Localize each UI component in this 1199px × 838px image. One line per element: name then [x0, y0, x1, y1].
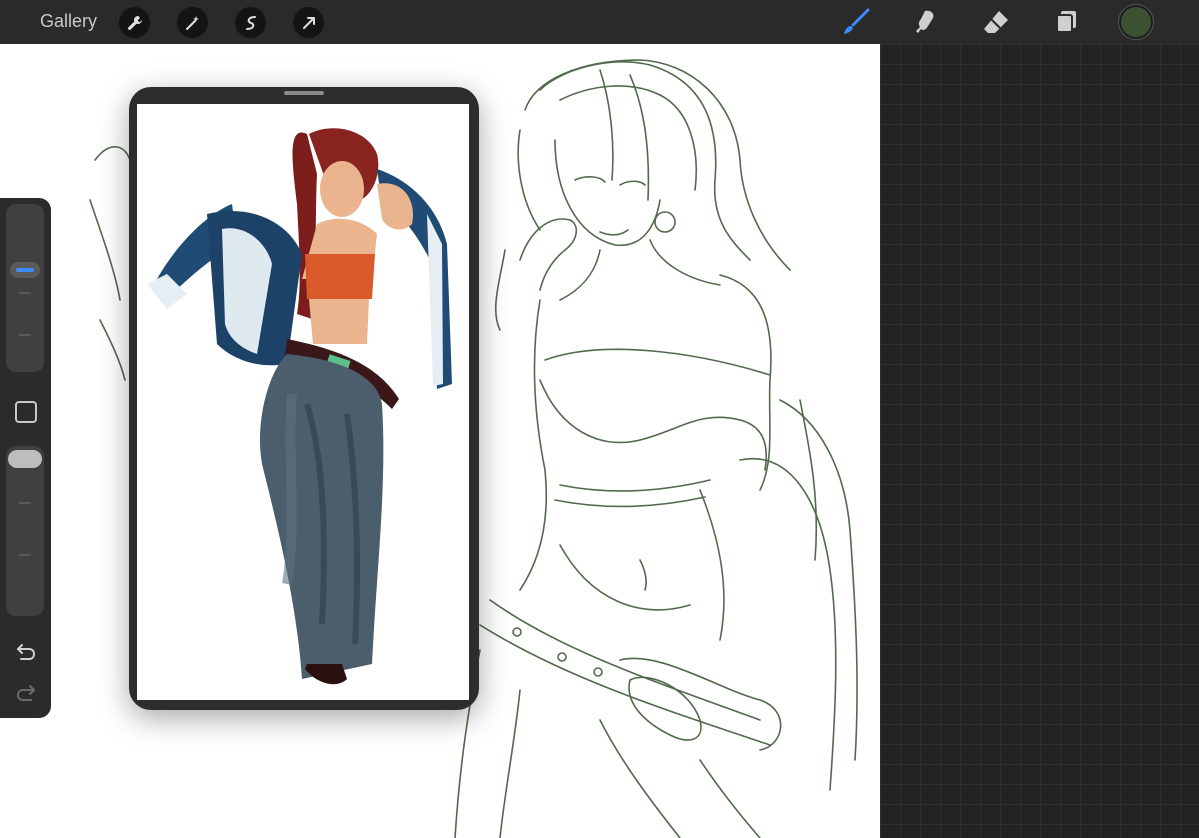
canvas-background-grid	[880, 44, 1199, 838]
wrench-icon[interactable]	[119, 7, 150, 38]
eraser-icon[interactable]	[980, 6, 1012, 38]
redo-icon[interactable]	[14, 680, 38, 704]
left-sidebar	[0, 198, 51, 718]
reference-drag-handle[interactable]	[284, 91, 324, 95]
layers-icon[interactable]	[1050, 6, 1082, 38]
transform-arrow-icon[interactable]	[293, 7, 324, 38]
slider-tick	[19, 292, 31, 294]
modify-square-button[interactable]	[15, 401, 37, 423]
smudge-icon[interactable]	[910, 6, 942, 38]
brush-icon[interactable]	[840, 6, 872, 38]
color-picker-swatch[interactable]	[1121, 7, 1151, 37]
undo-icon[interactable]	[14, 639, 38, 663]
brush-size-slider[interactable]	[6, 204, 44, 372]
slider-tick	[19, 554, 31, 556]
slider-tick	[19, 334, 31, 336]
brush-size-knob[interactable]	[10, 262, 40, 278]
selection-icon[interactable]	[235, 7, 266, 38]
top-toolbar: Gallery	[0, 0, 1199, 44]
gallery-button[interactable]: Gallery	[40, 11, 97, 32]
reference-image	[137, 104, 469, 700]
reference-window[interactable]	[129, 87, 479, 710]
opacity-knob[interactable]	[8, 450, 42, 468]
slider-tick	[19, 502, 31, 504]
magic-wand-icon[interactable]	[177, 7, 208, 38]
opacity-slider[interactable]	[6, 446, 44, 616]
